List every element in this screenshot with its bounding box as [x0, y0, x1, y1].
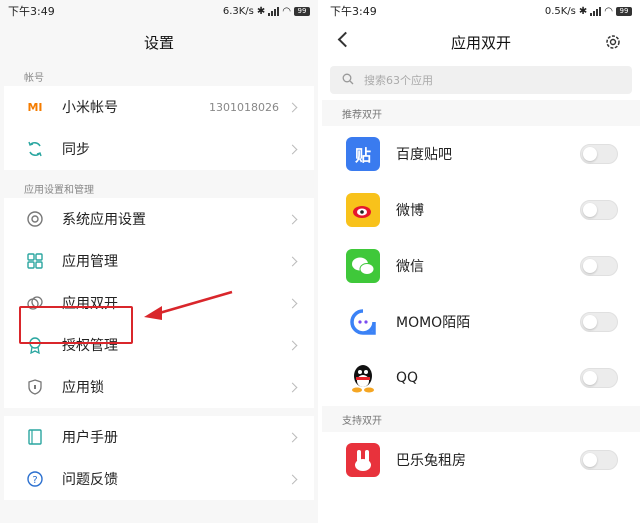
app-row-wechat: 微信	[322, 238, 640, 294]
bluetooth-icon: ✱	[578, 5, 588, 17]
item-label: 小米帐号	[62, 100, 118, 116]
network-speed: 6.3K/s	[222, 5, 254, 17]
tieba-icon: 贴	[346, 137, 380, 171]
section-header-supported: 支持双开	[322, 406, 640, 432]
dual-toggle[interactable]	[580, 312, 618, 332]
search-placeholder: 搜索63个应用	[364, 74, 433, 87]
chevron-right-icon	[287, 144, 298, 154]
app-row-qq: QQ	[322, 350, 640, 406]
chevron-right-icon	[287, 256, 298, 266]
highlight-box	[19, 306, 133, 344]
baletu-icon	[346, 443, 380, 477]
weibo-icon	[346, 193, 380, 227]
section-header-apps: 应用设置和管理	[24, 184, 94, 196]
settings-gear-icon[interactable]	[604, 33, 622, 55]
account-number: 1301018026	[209, 100, 279, 114]
settings-item-system-apps[interactable]: 系统应用设置	[4, 198, 314, 240]
chevron-right-icon	[287, 340, 298, 350]
settings-item-feedback[interactable]: ? 问题反馈	[4, 458, 314, 500]
status-time: 下午3:49	[330, 5, 377, 18]
app-row-momo: MOMO陌陌	[322, 294, 640, 350]
wifi-icon: ◠	[282, 5, 291, 17]
app-row-tieba: 贴 百度贴吧	[322, 126, 640, 182]
app-row-baletu: 巴乐兔租房	[322, 432, 640, 488]
app-name: 百度贴吧	[396, 147, 452, 163]
dual-toggle[interactable]	[580, 450, 618, 470]
shield-lock-icon	[24, 376, 46, 398]
settings-item-app-management[interactable]: 应用管理	[4, 240, 314, 282]
grid-icon	[24, 250, 46, 272]
page-title: 应用双开	[450, 33, 511, 52]
page-title: 设置	[143, 33, 174, 52]
qq-icon	[346, 361, 380, 395]
battery-icon: 99	[616, 6, 632, 16]
dual-toggle[interactable]	[580, 144, 618, 164]
item-label: 问题反馈	[62, 472, 118, 488]
settings-item-sync[interactable]: 同步	[4, 128, 314, 170]
network-speed: 0.5K/s	[544, 5, 576, 17]
question-icon: ?	[24, 468, 46, 490]
chevron-right-icon	[287, 474, 298, 484]
status-bar: 下午3:49 0.5K/s ✱ ◠ 99	[322, 0, 640, 22]
section-header-recommended: 推荐双开	[322, 100, 640, 126]
account-group: MI 小米帐号 1301018026 同步	[4, 86, 314, 170]
dual-apps-screen: 下午3:49 0.5K/s ✱ ◠ 99 应用双开 搜索63个应用 推荐双开 贴…	[322, 0, 640, 523]
dual-toggle[interactable]	[580, 368, 618, 388]
app-name: MOMO陌陌	[396, 315, 471, 331]
status-time: 下午3:49	[8, 5, 55, 18]
search-icon	[342, 73, 354, 88]
wifi-icon: ◠	[604, 5, 613, 17]
status-bar: 下午3:49 6.3K/s ✱ ◠ 99	[0, 0, 318, 22]
dual-toggle[interactable]	[580, 200, 618, 220]
svg-text:?: ?	[32, 475, 37, 486]
search-input[interactable]: 搜索63个应用	[330, 66, 632, 94]
item-label: 同步	[62, 142, 90, 158]
chevron-right-icon	[287, 432, 298, 442]
chevron-right-icon	[287, 214, 298, 224]
dual-toggle[interactable]	[580, 256, 618, 276]
app-name: QQ	[396, 370, 419, 386]
help-group: 用户手册 ? 问题反馈	[4, 416, 314, 500]
item-label: 系统应用设置	[62, 212, 146, 228]
item-label: 应用管理	[62, 254, 118, 270]
battery-icon: 99	[294, 6, 310, 16]
mi-logo-icon: MI	[27, 100, 43, 114]
signal-icon	[268, 6, 280, 16]
item-label: 应用锁	[62, 380, 104, 396]
settings-item-app-lock[interactable]: 应用锁	[4, 366, 314, 408]
wechat-icon	[346, 249, 380, 283]
settings-item-mi-account[interactable]: MI 小米帐号 1301018026	[4, 86, 314, 128]
annotation-arrow-icon	[144, 290, 233, 320]
bluetooth-icon: ✱	[256, 5, 266, 17]
momo-icon	[346, 305, 380, 339]
settings-screen: 下午3:49 6.3K/s ✱ ◠ 99 设置 帐号 MI 小米帐号 13010…	[0, 0, 318, 523]
sync-icon	[24, 138, 46, 160]
back-arrow-icon[interactable]	[337, 31, 354, 48]
chevron-right-icon	[287, 298, 298, 308]
app-name: 微信	[396, 259, 424, 275]
app-row-weibo: 微博	[322, 182, 640, 238]
item-label: 用户手册	[62, 430, 118, 446]
app-name: 巴乐兔租房	[396, 453, 466, 469]
app-name: 微博	[396, 203, 424, 219]
section-header-account: 帐号	[24, 72, 44, 84]
manual-icon	[24, 426, 46, 448]
settings-item-user-manual[interactable]: 用户手册	[4, 416, 314, 458]
signal-icon	[590, 6, 602, 16]
chevron-right-icon	[287, 102, 298, 112]
chevron-right-icon	[287, 382, 298, 392]
gear-ring-icon	[24, 208, 46, 230]
top-bar: 应用双开	[322, 22, 640, 62]
